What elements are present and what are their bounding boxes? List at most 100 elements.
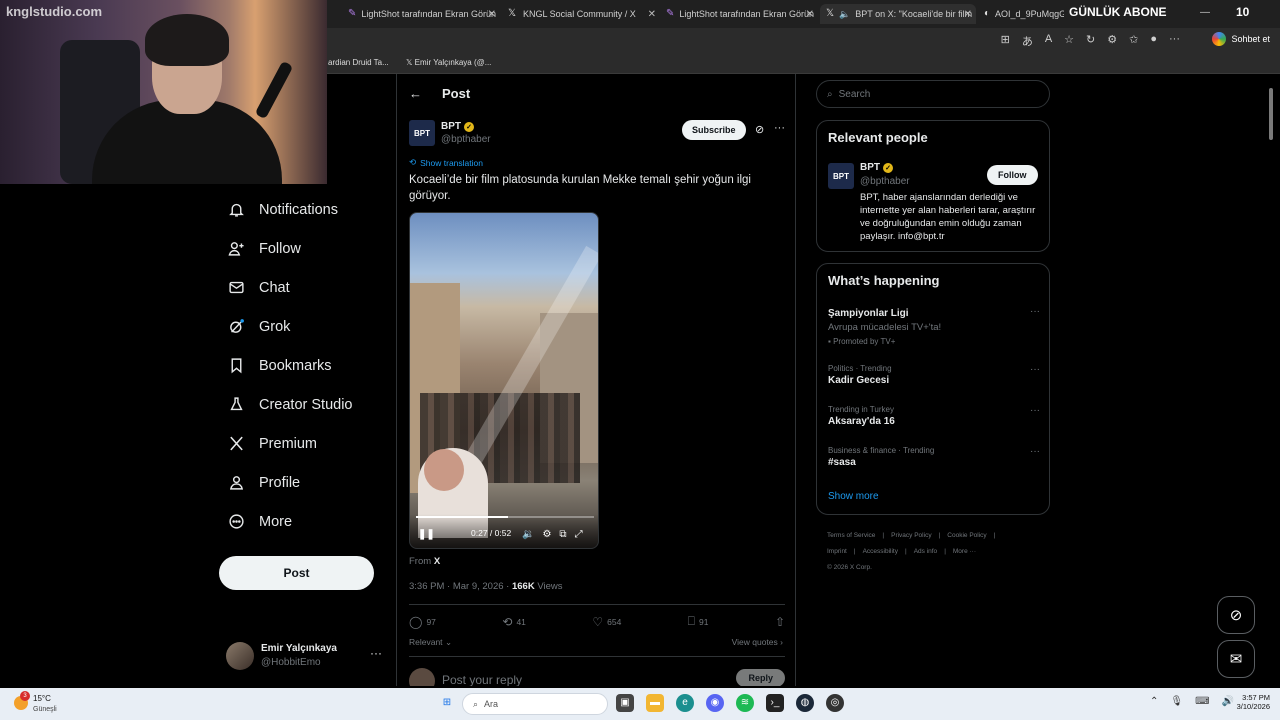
settings-icon[interactable]: ⚙ bbox=[542, 529, 551, 540]
obs-icon[interactable]: ◎ bbox=[826, 694, 844, 712]
video-player[interactable]: ❚❚ 0:27 / 0:52 🔉 ⚙ ⧉ ⤢ bbox=[409, 212, 599, 549]
bookmark-button[interactable]: ⎕ 91 bbox=[688, 614, 709, 629]
scrollbar-thumb[interactable] bbox=[1269, 88, 1273, 140]
x-logo-icon bbox=[230, 436, 243, 451]
terminal-icon[interactable]: ›_ bbox=[766, 694, 784, 712]
favorite-star-icon[interactable]: ☆ bbox=[1064, 33, 1074, 49]
more-icon[interactable]: ··· bbox=[1169, 33, 1180, 49]
speaker-icon: 🔈 bbox=[839, 8, 851, 19]
sidebar-item-more[interactable]: More bbox=[218, 502, 388, 541]
scrollbar[interactable] bbox=[1268, 76, 1274, 686]
spotify-icon[interactable]: ≋ bbox=[736, 694, 754, 712]
task-view-icon[interactable]: ▣ bbox=[616, 694, 634, 712]
more-icon[interactable]: ··· bbox=[370, 646, 382, 660]
translate-icon: ⟲ bbox=[409, 157, 417, 167]
show-more-link[interactable]: Show more bbox=[828, 491, 879, 502]
volume-icon[interactable]: 🔉 bbox=[522, 529, 534, 540]
reply-button[interactable]: ◯ 97 bbox=[409, 614, 436, 629]
fullscreen-icon[interactable]: ⤢ bbox=[575, 529, 583, 540]
grok-icon[interactable]: ⊘ bbox=[755, 123, 764, 136]
steam-icon[interactable]: ◍ bbox=[796, 694, 814, 712]
repost-button[interactable]: ⟲ 41 bbox=[502, 614, 526, 629]
feather-icon: ✎ bbox=[348, 8, 357, 19]
app-icon[interactable]: ⊞ bbox=[1001, 33, 1010, 49]
share-button[interactable]: ⇧ bbox=[775, 614, 785, 629]
discord-icon[interactable]: ◉ bbox=[706, 694, 724, 712]
grok-fab-button[interactable]: ⊘ bbox=[1217, 596, 1255, 634]
browser-tab[interactable]: ◐AOI_d_9PuMqgGU bbox=[984, 4, 1064, 24]
reply-submit-button[interactable]: Reply bbox=[736, 669, 785, 686]
author-avatar[interactable]: BPT bbox=[409, 120, 435, 146]
sidebar-item-profile[interactable]: Profile bbox=[218, 463, 388, 502]
sidebar-item-notifications[interactable]: Notifications bbox=[218, 190, 388, 229]
reply-input[interactable]: Post your reply bbox=[442, 673, 522, 686]
trend-item[interactable]: Şampiyonlar Ligi Avrupa mücadelesi TV+'t… bbox=[828, 306, 1040, 346]
profile-icon[interactable]: ● bbox=[1150, 33, 1157, 49]
person-avatar[interactable]: BPT bbox=[828, 163, 854, 189]
file-explorer-icon[interactable]: ▬ bbox=[646, 694, 664, 712]
sidebar-item-chat[interactable]: Chat bbox=[218, 268, 388, 307]
more-icon[interactable]: ··· bbox=[1030, 405, 1040, 416]
subscribe-button[interactable]: Subscribe bbox=[682, 120, 746, 140]
more-icon[interactable]: ··· bbox=[774, 122, 785, 134]
back-arrow-icon[interactable]: ← bbox=[409, 86, 422, 101]
pause-icon[interactable]: ❚❚ bbox=[418, 529, 435, 540]
read-aloud-icon[interactable]: A bbox=[1045, 33, 1052, 49]
like-button[interactable]: ♡ 654 bbox=[592, 614, 621, 629]
minimize-icon[interactable]: — bbox=[1200, 7, 1210, 18]
trend-item[interactable]: Business & finance · Trending #sasa ··· bbox=[828, 446, 1040, 468]
show-translation-link[interactable]: ⟲ Show translation bbox=[409, 157, 483, 168]
person-bio: BPT, haber ajanslarından derlediği ve in… bbox=[860, 192, 1036, 242]
close-icon[interactable]: ✕ bbox=[488, 9, 496, 20]
bookmark-item[interactable]: 𝕏 Emir Yalçınkaya (@... bbox=[406, 58, 491, 67]
messages-fab-button[interactable]: ✉ bbox=[1217, 640, 1255, 678]
more-icon[interactable]: ··· bbox=[1030, 306, 1040, 317]
chat-button[interactable]: Sohbet et bbox=[1212, 32, 1270, 46]
view-quotes-link[interactable]: View quotes › bbox=[732, 637, 783, 647]
trend-item[interactable]: Trending in Turkey Aksaray'da 16 ··· bbox=[828, 405, 1040, 427]
browser-tab[interactable]: 𝕏 KNGL Social Community / X ✕ bbox=[508, 4, 656, 24]
avatar bbox=[409, 668, 435, 686]
person-name[interactable]: BPT ✓ bbox=[860, 162, 893, 173]
edge-icon[interactable]: e bbox=[676, 694, 694, 712]
sidebar-item-premium[interactable]: Premium bbox=[218, 424, 388, 463]
close-icon[interactable]: ✕ bbox=[964, 9, 972, 20]
sidebar-item-follow[interactable]: Follow bbox=[218, 229, 388, 268]
network-icon[interactable]: ⌨ bbox=[1195, 696, 1209, 707]
sidebar-item-grok[interactable]: Grok bbox=[218, 307, 388, 346]
refresh-icon[interactable]: ↻ bbox=[1086, 33, 1095, 49]
account-switcher[interactable]: Emir Yalçınkaya @HobbitEmo ··· bbox=[226, 640, 386, 674]
video-progress-bar[interactable] bbox=[416, 516, 594, 518]
sidebar-item-bookmarks[interactable]: Bookmarks bbox=[218, 346, 388, 385]
post-button[interactable]: Post bbox=[219, 556, 374, 590]
taskbar-search[interactable]: ⌕ Ara bbox=[462, 693, 608, 715]
person-handle[interactable]: @bpthaber bbox=[860, 176, 910, 187]
follow-button[interactable]: Follow bbox=[987, 165, 1038, 185]
bookmark-item[interactable]: ardian Druid Ta... bbox=[328, 58, 389, 67]
windows-start-icon[interactable]: ⊞ bbox=[438, 694, 456, 712]
browser-tab[interactable]: ✎ LightShot tarafından Ekran Görün ✕ bbox=[666, 4, 814, 24]
chevron-up-icon[interactable]: ⌃ bbox=[1150, 696, 1158, 707]
close-icon[interactable]: ✕ bbox=[806, 9, 814, 20]
browser-tab[interactable]: ✎ LightShot tarafından Ekran Görün ✕ bbox=[348, 4, 496, 24]
account-handle: @HobbitEmo bbox=[261, 657, 321, 668]
more-icon[interactable]: ··· bbox=[1030, 446, 1040, 457]
clock[interactable]: 3:57 PM 3/10/2026 bbox=[1226, 693, 1270, 711]
extensions-icon[interactable]: ⚙ bbox=[1107, 33, 1117, 49]
search-input[interactable]: ⌕ Search bbox=[816, 80, 1050, 108]
trend-item[interactable]: Politics · Trending Kadir Gecesi ··· bbox=[828, 364, 1040, 386]
browser-tab-active[interactable]: 𝕏 🔈 BPT on X: "Kocaeli'de bir film ✕ bbox=[820, 4, 976, 24]
notification-badge: 3 bbox=[20, 691, 30, 701]
author-handle[interactable]: @bpthaber bbox=[441, 134, 491, 145]
microphone-icon[interactable]: 🎙 bbox=[1170, 696, 1183, 707]
sort-dropdown[interactable]: Relevant ⌄ bbox=[409, 637, 452, 648]
taskbar-apps: ⊞ bbox=[438, 694, 456, 712]
close-icon[interactable]: ✕ bbox=[648, 9, 656, 20]
sidebar-item-creator-studio[interactable]: Creator Studio bbox=[218, 385, 388, 424]
favorites-icon[interactable]: ✩ bbox=[1129, 33, 1138, 49]
verified-badge-icon: ✓ bbox=[883, 162, 893, 173]
pip-icon[interactable]: ⧉ bbox=[559, 529, 566, 540]
more-icon[interactable]: ··· bbox=[1030, 364, 1040, 375]
translate-icon[interactable]: あ bbox=[1022, 33, 1033, 49]
author-name[interactable]: BPT ✓ bbox=[441, 121, 474, 132]
